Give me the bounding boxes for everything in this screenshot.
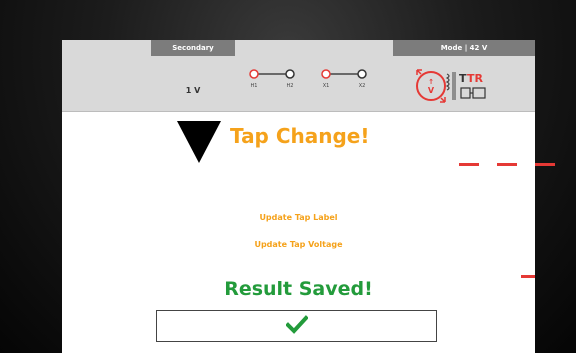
terminal-diagram: H1 H2 X1 X2 (249, 69, 367, 89)
terminal-pair-h: H1 H2 (249, 69, 295, 89)
svg-text:V: V (428, 86, 435, 95)
checkmark-icon (286, 315, 308, 334)
ttr-brand-tr: TR (467, 72, 484, 85)
ttr-brand-t: T (459, 72, 467, 85)
voltage-readout: 1 V (185, 86, 201, 95)
tab-secondary[interactable]: Secondary (151, 40, 235, 56)
tap-change-title: Tap Change! (230, 124, 370, 148)
svg-text:↑: ↑ (428, 78, 434, 86)
ttr-transformer-icon[interactable]: ↑ V T TR (415, 62, 505, 110)
terminal-x2-icon (357, 69, 367, 79)
terminal-h2-icon (285, 69, 295, 79)
update-tap-voltage-link[interactable]: Update Tap Voltage (62, 240, 535, 249)
update-tap-label-link[interactable]: Update Tap Label (62, 213, 535, 222)
red-dash-marker (521, 275, 535, 278)
tab-mode[interactable]: Mode | 42 V (393, 40, 535, 56)
status-header: Secondary Mode | 42 V 1 V H1 H2 X1 X2 ↑ … (62, 40, 535, 112)
result-saved-text: Result Saved! (224, 278, 373, 300)
down-triangle-icon (177, 121, 221, 163)
terminal-pair-x: X1 X2 (321, 69, 367, 89)
confirm-button[interactable] (156, 310, 437, 342)
device-screen: Secondary Mode | 42 V 1 V H1 H2 X1 X2 ↑ … (62, 40, 535, 353)
terminal-x1-icon (321, 69, 331, 79)
tap-change-panel: Tap Change! Update Tap Label Update Tap … (62, 112, 535, 353)
terminal-h1-label: H1 (251, 83, 258, 89)
terminal-x1-label: X1 (323, 83, 330, 89)
terminal-h2-label: H2 (287, 83, 294, 89)
red-dash-line (459, 163, 555, 166)
terminal-x2-label: X2 (359, 83, 366, 89)
terminal-h1-icon (249, 69, 259, 79)
